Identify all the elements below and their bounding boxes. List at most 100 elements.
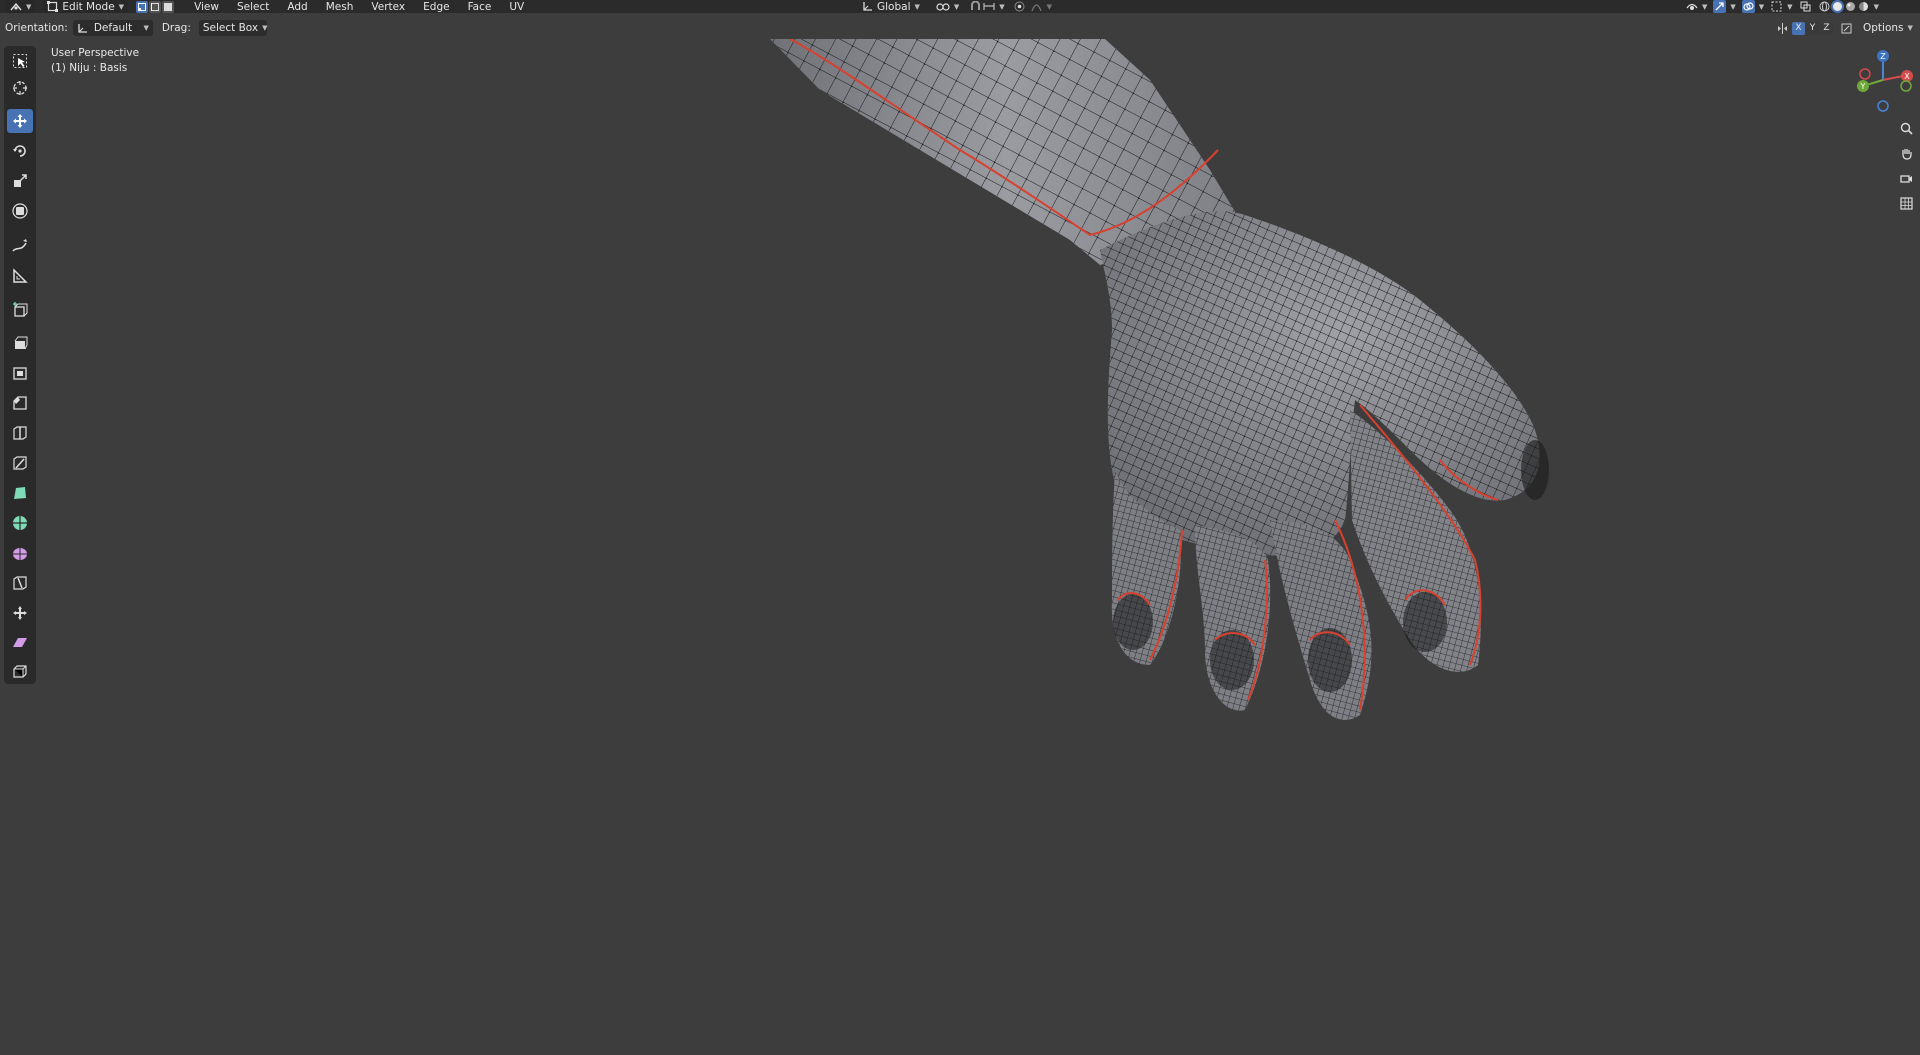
header-menus: View Select Add Mesh Vertex Edge Face UV: [185, 1, 533, 13]
edit-mode-icon: [47, 1, 59, 12]
smooth-icon: [13, 548, 27, 560]
tool-edge-slide[interactable]: [7, 571, 33, 595]
gizmo-toggle-icon[interactable]: [1713, 0, 1727, 13]
face-select-button[interactable]: [162, 0, 175, 13]
edge-slide-icon: [13, 576, 27, 590]
loop-cut-icon: [13, 426, 27, 440]
tool-cursor[interactable]: [7, 76, 33, 100]
tool-shear[interactable]: [7, 631, 33, 655]
menu-face[interactable]: Face: [459, 1, 501, 13]
select-box-icon: [13, 54, 27, 68]
camera-view-button[interactable]: [1896, 168, 1916, 188]
gizmo-y-label: Y: [1860, 82, 1866, 91]
zoom-button[interactable]: [1896, 118, 1916, 138]
spin-icon: [13, 516, 27, 530]
tool-settings-bar: Orientation: Default ▼ Drag: Select Box …: [0, 17, 1920, 39]
editor-type-icon: [10, 2, 22, 10]
tool-annotate[interactable]: [7, 234, 33, 258]
cursor-icon: [13, 81, 27, 95]
transform-orientation-label: Global: [877, 0, 911, 13]
mirror-z-toggle[interactable]: Z: [1820, 21, 1833, 35]
tool-rip[interactable]: [7, 659, 33, 683]
falloff-icon[interactable]: [1030, 0, 1043, 13]
menu-edge[interactable]: Edge: [414, 1, 458, 13]
mirror-x-toggle[interactable]: X: [1792, 21, 1805, 35]
grid-ortho-icon: [1899, 196, 1913, 210]
zoom-icon: [1900, 122, 1913, 135]
ortho-toggle-button[interactable]: [1896, 193, 1916, 213]
options-label: Options: [1863, 22, 1904, 34]
gizmo-neg-y: [1900, 80, 1912, 92]
orientation-dropdown[interactable]: Default ▼: [72, 20, 153, 36]
tool-poly-build[interactable]: [7, 481, 33, 505]
menu-add[interactable]: Add: [278, 1, 316, 13]
shrink-fatten-icon: [13, 606, 27, 620]
edge-select-icon: [151, 2, 160, 11]
orientation-axes-icon: [78, 23, 87, 33]
shading-solid-icon[interactable]: [1830, 0, 1844, 13]
tool-rotate[interactable]: [7, 139, 33, 163]
menu-vertex[interactable]: Vertex: [362, 1, 414, 13]
mesh-hand: [1100, 211, 1540, 556]
view-perspective-label: User Perspective: [51, 47, 140, 59]
shading-wireframe-icon[interactable]: [1818, 0, 1831, 13]
extrude-icon: [14, 336, 28, 350]
rotate-icon: [13, 145, 26, 157]
proportional-editing-icon[interactable]: [1013, 0, 1026, 13]
measure-icon: [13, 268, 28, 283]
move-icon: [13, 114, 27, 128]
menu-uv[interactable]: UV: [500, 1, 533, 13]
tool-scale[interactable]: [7, 169, 33, 193]
tool-measure[interactable]: [7, 264, 33, 288]
menu-mesh[interactable]: Mesh: [317, 1, 363, 13]
menu-view[interactable]: View: [185, 1, 228, 13]
auto-merge-icon[interactable]: [1840, 22, 1853, 35]
tool-loop-cut[interactable]: [7, 421, 33, 445]
overlays-toggle-icon[interactable]: [1741, 0, 1755, 13]
add-cube-icon: [13, 302, 28, 317]
gizmo-neg-x: [1859, 68, 1871, 80]
pivot-point-dropdown[interactable]: ▼: [932, 0, 963, 13]
navigation-gizmo[interactable]: Z X Y: [1857, 50, 1913, 112]
tool-extrude[interactable]: [7, 331, 33, 355]
gizmo-neg-z: [1877, 100, 1889, 112]
tool-transform[interactable]: [7, 199, 33, 223]
mesh-edit-overlays-icon[interactable]: [1770, 0, 1783, 13]
mirror-y-toggle[interactable]: Y: [1806, 21, 1819, 35]
pan-button[interactable]: [1896, 143, 1916, 163]
3d-viewport[interactable]: Z X Y: [0, 39, 1920, 1055]
tool-bevel[interactable]: [7, 391, 33, 415]
options-dropdown[interactable]: Options ▼: [1859, 22, 1917, 35]
tool-shrink-fatten[interactable]: [7, 601, 33, 625]
annotate-icon: [12, 239, 27, 252]
bevel-icon: [13, 396, 27, 410]
drag-dropdown[interactable]: Select Box ▼: [198, 20, 268, 36]
vertex-select-button[interactable]: [136, 0, 149, 13]
transform-orientation-dropdown[interactable]: Global ▼: [858, 0, 924, 13]
tool-select-box[interactable]: [7, 49, 33, 73]
knife-icon: [13, 456, 27, 470]
tool-inset[interactable]: [7, 361, 33, 385]
shading-rendered-icon[interactable]: [1857, 0, 1870, 13]
mode-label: Edit Mode: [62, 0, 115, 13]
transform-icon: [12, 203, 28, 219]
snap-target-icon[interactable]: [982, 0, 995, 13]
tool-smooth[interactable]: [7, 541, 33, 565]
menu-select[interactable]: Select: [228, 1, 278, 13]
mode-dropdown[interactable]: Edit Mode ▼: [43, 0, 129, 13]
snap-icon[interactable]: [969, 0, 982, 13]
drag-value: Select Box: [202, 22, 259, 34]
tool-move[interactable]: [7, 109, 33, 133]
mirror-icon[interactable]: [1776, 22, 1789, 35]
gizmo-z-label: Z: [1880, 52, 1886, 61]
tool-spin[interactable]: [7, 511, 33, 535]
editor-type-dropdown[interactable]: ▼: [6, 0, 36, 13]
edge-select-button[interactable]: [149, 0, 162, 13]
tool-add-cube[interactable]: [7, 298, 33, 322]
xray-toggle-icon[interactable]: [1799, 0, 1812, 13]
poly-build-icon: [14, 487, 26, 499]
scale-icon: [14, 174, 27, 187]
visibility-icon[interactable]: [1685, 0, 1698, 13]
tool-knife[interactable]: [7, 451, 33, 475]
shading-material-icon[interactable]: [1844, 0, 1857, 13]
